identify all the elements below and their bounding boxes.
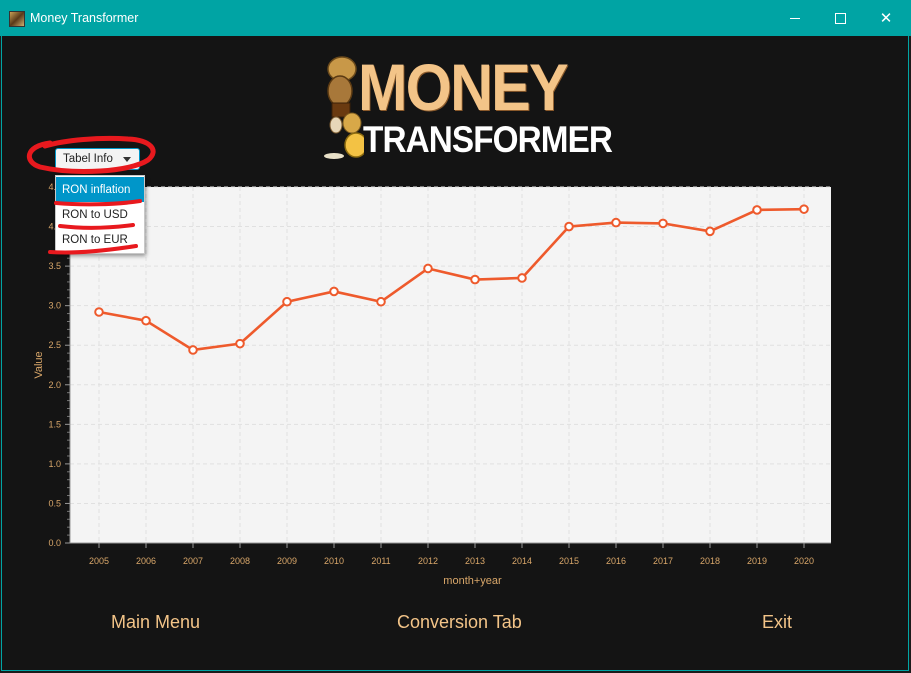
data-point	[329, 286, 339, 297]
dropdown-option-ron-to-eur[interactable]: RON to EUR	[56, 227, 144, 252]
x-tick-label: 2006	[136, 556, 156, 566]
x-tick-label: 2005	[89, 556, 109, 566]
data-point	[705, 226, 715, 237]
x-tick-label: 2015	[559, 556, 579, 566]
data-point	[564, 221, 574, 232]
inflation-line-chart: 0.00.51.01.52.02.53.03.54.04.52005200620…	[33, 182, 831, 587]
y-tick-label: 2.5	[48, 340, 61, 350]
data-point	[94, 307, 104, 317]
x-tick-label: 2013	[465, 556, 485, 566]
x-tick-label: 2010	[324, 556, 344, 566]
exit-button[interactable]: Exit	[762, 612, 792, 633]
data-point	[282, 296, 292, 307]
x-tick-label: 2019	[747, 556, 767, 566]
dropdown-popup-list: RON inflation RON to USD RON to EUR	[55, 175, 145, 254]
conversion-tab-button[interactable]: Conversion Tab	[397, 612, 522, 633]
data-point	[188, 345, 198, 355]
data-point	[376, 296, 386, 307]
x-tick-label: 2008	[230, 556, 250, 566]
chevron-down-icon	[123, 157, 131, 162]
x-tick-label: 2020	[794, 556, 814, 566]
x-tick-label: 2011	[371, 556, 390, 566]
x-tick-label: 2009	[277, 556, 297, 566]
y-tick-label: 3.5	[48, 261, 61, 271]
data-point	[611, 217, 621, 228]
plot-area	[70, 187, 831, 543]
data-point	[235, 338, 245, 349]
tabel-info-dropdown[interactable]: Tabel Info	[55, 148, 140, 170]
y-tick-label: 0.5	[48, 498, 61, 508]
y-tick-label: 2.0	[48, 380, 61, 390]
x-axis-title: month+year	[443, 575, 502, 587]
x-tick-label: 2016	[606, 556, 626, 566]
data-point	[470, 274, 480, 285]
data-point	[752, 205, 762, 215]
main-menu-button[interactable]: Main Menu	[111, 612, 200, 633]
x-tick-label: 2012	[418, 556, 438, 566]
data-point	[517, 273, 527, 283]
x-tick-label: 2007	[183, 556, 203, 566]
y-tick-label: 1.5	[48, 419, 61, 429]
dropdown-selected-label: Tabel Info	[63, 153, 113, 165]
data-point	[799, 204, 809, 214]
data-point	[423, 263, 433, 274]
y-tick-label: 3.0	[48, 301, 61, 311]
x-tick-label: 2014	[512, 556, 532, 566]
x-tick-label: 2017	[653, 556, 673, 566]
y-tick-label: 0.0	[48, 538, 61, 548]
y-axis-title: Value	[33, 351, 45, 378]
data-point	[658, 218, 668, 229]
x-tick-label: 2018	[700, 556, 720, 566]
data-point	[141, 315, 151, 326]
dropdown-option-ron-to-usd[interactable]: RON to USD	[56, 202, 144, 227]
y-tick-label: 1.0	[48, 459, 61, 469]
dropdown-option-ron-inflation[interactable]: RON inflation	[56, 177, 144, 202]
